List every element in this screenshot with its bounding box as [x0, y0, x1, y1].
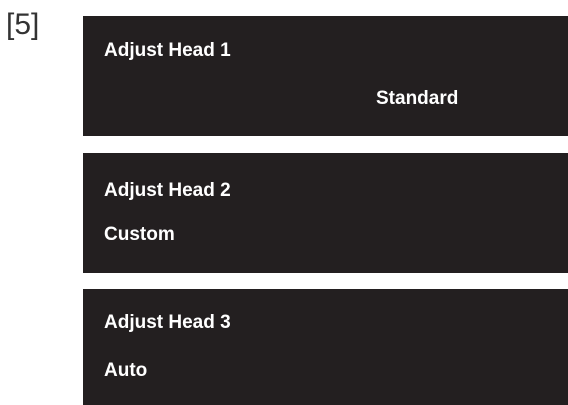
adjust-head-3-item[interactable]: Adjust Head 3 Auto — [83, 289, 568, 405]
adjust-head-3-title: Adjust Head 3 — [104, 312, 231, 333]
adjust-head-1-item[interactable]: Adjust Head 1 Standard — [83, 16, 568, 136]
step-number-label: [5] — [6, 8, 40, 41]
adjust-head-1-title: Adjust Head 1 — [104, 40, 231, 61]
adjust-head-2-value: Custom — [104, 224, 175, 245]
adjust-head-1-value: Standard — [376, 88, 459, 109]
adjust-head-3-value: Auto — [104, 360, 148, 381]
adjust-head-2-title: Adjust Head 2 — [104, 180, 231, 201]
adjust-head-2-item[interactable]: Adjust Head 2 Custom — [83, 153, 568, 273]
